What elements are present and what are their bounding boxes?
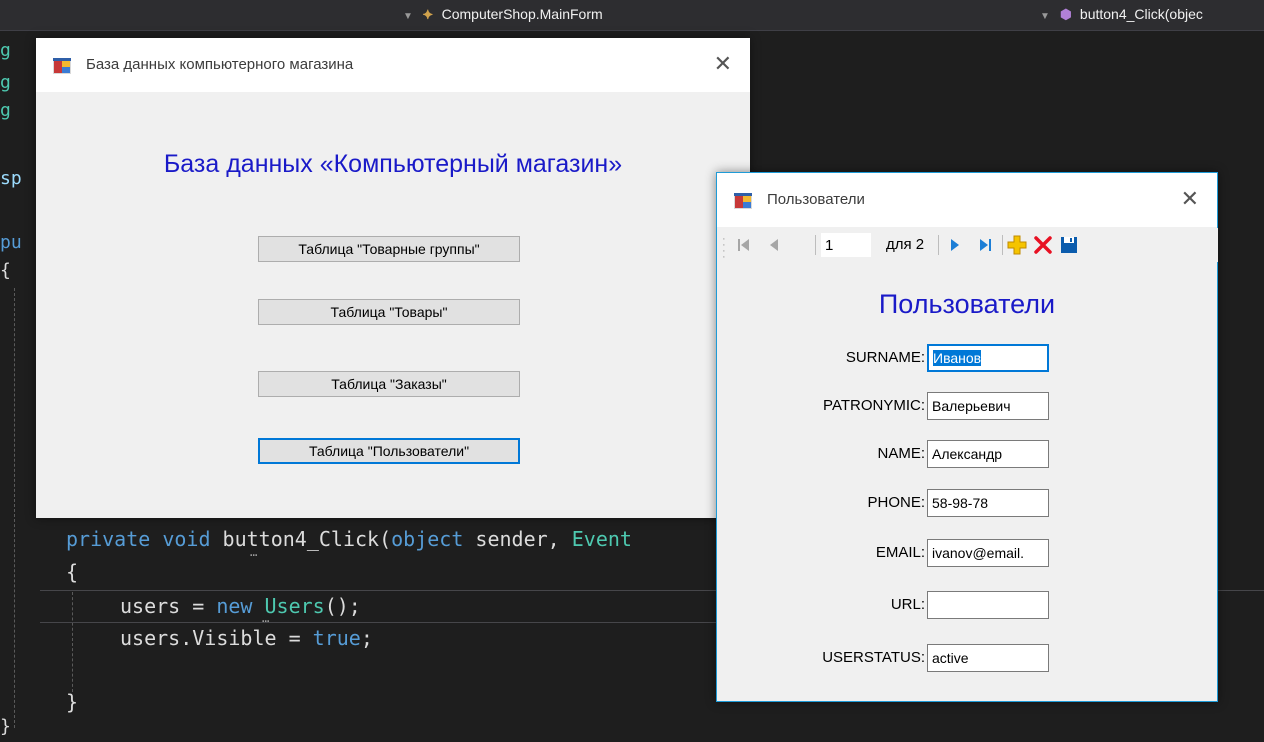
code-fragment: g: [0, 100, 11, 121]
current-line-highlight: [40, 622, 740, 623]
code-fragment: g: [0, 40, 11, 61]
close-icon[interactable]: ✕: [714, 52, 732, 77]
code-fragment: }: [0, 716, 11, 737]
code-line: users.Visible = true;: [120, 626, 373, 650]
patronymic-input[interactable]: Валерьевич: [927, 392, 1049, 420]
main-form-window: База данных компьютерного магазина ✕ Баз…: [36, 38, 750, 518]
product-groups-button[interactable]: Таблица "Товарные группы": [258, 236, 520, 262]
field-label-userstatus: USERSTATUS:: [822, 649, 925, 666]
page-title: База данных «Компьютерный магазин»: [163, 150, 623, 178]
current-line-highlight: [40, 590, 740, 591]
app-window-icon: [734, 193, 752, 214]
field-label-phone: PHONE:: [867, 494, 925, 511]
orders-button[interactable]: Таблица "Заказы": [258, 371, 520, 397]
move-previous-icon[interactable]: [764, 235, 784, 255]
users-titlebar[interactable]: Пользователи ✕: [717, 173, 1217, 227]
url-input[interactable]: [927, 591, 1049, 619]
indent-guide: [72, 592, 73, 692]
code-line: {: [66, 560, 79, 584]
app-window-icon: [53, 58, 71, 79]
users-button[interactable]: Таблица "Пользователи": [258, 438, 520, 464]
position-input[interactable]: [821, 233, 871, 257]
save-icon[interactable]: [1059, 235, 1079, 255]
move-first-icon[interactable]: [734, 235, 754, 255]
users-window: Пользователи ✕ ···· для 2 Пользовате: [716, 172, 1218, 702]
code-fragment: {: [0, 260, 11, 281]
code-line: }: [66, 690, 79, 714]
binding-navigator: ···· для 2: [718, 228, 1218, 263]
indent-guide: [14, 288, 15, 728]
window-title: База данных компьютерного магазина: [86, 56, 354, 73]
field-label-url: URL:: [890, 596, 925, 613]
field-label-name: NAME:: [877, 445, 925, 462]
close-icon[interactable]: ✕: [1181, 187, 1199, 212]
move-next-icon[interactable]: [945, 235, 965, 255]
surname-input[interactable]: Иванов: [927, 344, 1049, 372]
field-label-surname: SURNAME:: [845, 349, 925, 366]
code-fragment: g: [0, 72, 11, 93]
form-heading: Пользователи: [878, 289, 1056, 319]
products-button[interactable]: Таблица "Товары": [258, 299, 520, 325]
name-input[interactable]: Александр: [927, 440, 1049, 468]
code-fragment: sp: [0, 168, 22, 189]
userstatus-input[interactable]: active: [927, 644, 1049, 672]
toolbar-separator: [815, 235, 816, 255]
code-line: private void button4_Click(object sender…: [66, 527, 632, 551]
phone-input[interactable]: 58-98-78: [927, 489, 1049, 517]
current-line-highlight: [1218, 590, 1264, 591]
codelens-dots: ⋯: [250, 548, 259, 562]
grip-icon[interactable]: · · · ·: [722, 234, 726, 263]
code-line: users = new Users();: [120, 594, 361, 618]
add-new-icon[interactable]: [1007, 235, 1027, 255]
email-input[interactable]: ivanov@email.: [927, 539, 1049, 567]
main-form-titlebar[interactable]: База данных компьютерного магазина ✕: [36, 38, 750, 92]
field-label-patronymic: PATRONYMIC:: [823, 397, 925, 414]
field-label-email: EMAIL:: [875, 544, 925, 561]
code-fragment: pu: [0, 232, 22, 253]
count-label: для 2: [886, 236, 925, 253]
toolbar-separator: [1002, 235, 1003, 255]
delete-icon[interactable]: [1033, 235, 1053, 255]
window-title: Пользователи: [767, 191, 865, 208]
toolbar-separator: [938, 235, 939, 255]
move-last-icon[interactable]: [975, 235, 995, 255]
